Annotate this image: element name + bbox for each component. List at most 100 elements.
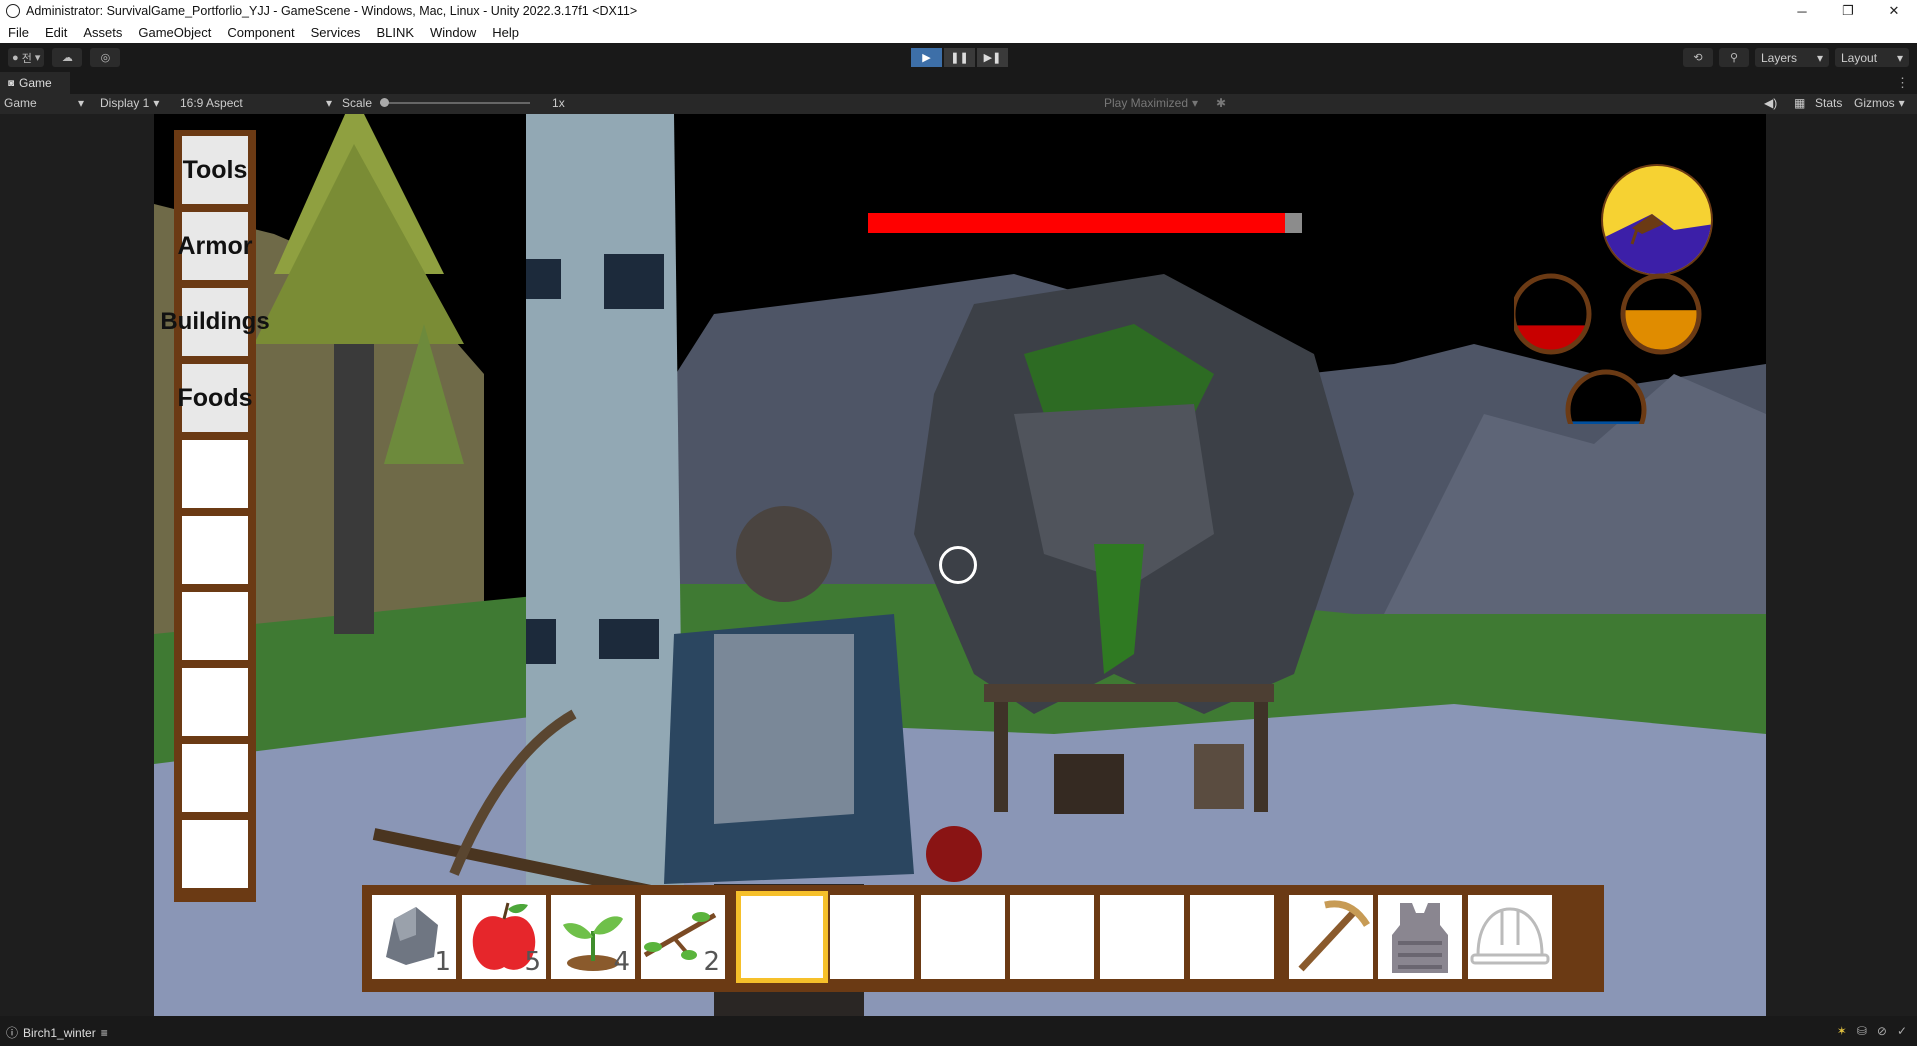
status-gauges [1514, 164, 1713, 424]
category-armor[interactable]: Armor [178, 212, 253, 280]
menu-blink[interactable]: BLINK [368, 25, 422, 40]
hotbar-slot[interactable]: 4 [551, 895, 635, 979]
mode-dropdown[interactable]: Game ▾ [4, 96, 84, 110]
bake-icon[interactable]: ✶ [1837, 1024, 1847, 1038]
hotbar-slot[interactable] [830, 895, 914, 979]
hotbar-slot[interactable] [1289, 895, 1373, 979]
settings-icon: ◎ [100, 52, 111, 64]
menu-file[interactable]: File [0, 25, 37, 40]
display-dropdown[interactable]: Display 1 ▾ [100, 96, 159, 110]
cloud-button[interactable]: ☁ [52, 48, 83, 67]
minimize-button[interactable]: ─ [1779, 0, 1825, 22]
layers-dropdown[interactable]: Layers ▾ [1755, 48, 1829, 67]
hotbar-slot[interactable]: 5 [462, 895, 546, 979]
grid-icon[interactable]: ▦ [1794, 96, 1805, 110]
hotbar-slot[interactable]: 2 [641, 895, 725, 979]
audio-icon[interactable]: ◀) [1764, 96, 1777, 110]
scale-slider[interactable] [380, 98, 531, 107]
hotbar-slot[interactable]: 1 [372, 895, 456, 979]
scale-control: Scale 1x [342, 96, 565, 110]
category-slot[interactable] [182, 820, 248, 888]
menu-help[interactable]: Help [484, 25, 527, 40]
play-mode-dropdown[interactable]: Play Maximized ▾ [1104, 96, 1198, 110]
category-foods[interactable]: Foods [178, 364, 253, 432]
chevron-down-icon: ▾ [153, 96, 160, 110]
status-message[interactable]: Birch1_winter [23, 1026, 96, 1040]
category-buildings[interactable]: Buildings [160, 288, 270, 356]
account-button[interactable]: ● 전 ▾ [8, 48, 45, 67]
hotbar-slot[interactable] [1100, 895, 1184, 979]
armor-vest-icon [1392, 903, 1448, 973]
category-tools[interactable]: Tools [182, 136, 248, 204]
hotbar-slot[interactable] [1378, 895, 1462, 979]
chevron-down-icon: ▾ [1192, 96, 1199, 110]
layout-dropdown[interactable]: Layout ▾ [1835, 48, 1909, 67]
menu-gameobject[interactable]: GameObject [130, 25, 219, 40]
item-count: 5 [524, 947, 541, 977]
hotbar-slot[interactable] [736, 891, 828, 983]
menu-lines-icon: ≡ [100, 1025, 108, 1040]
play-mode-label: Play Maximized [1104, 96, 1189, 110]
chevron-down-icon: ▾ [77, 96, 84, 110]
layout-label: Layout [1841, 50, 1878, 65]
scale-slider-knob[interactable] [380, 98, 390, 107]
collab-button[interactable]: ◎ [90, 48, 121, 67]
bug-icon[interactable]: ✱ [1216, 96, 1226, 110]
gizmos-dropdown[interactable]: Gizmos ▾ [1854, 96, 1905, 110]
player-head [736, 506, 832, 602]
category-slot[interactable] [182, 516, 248, 584]
database-icon[interactable]: ⛁ [1857, 1024, 1867, 1038]
table-leg [1254, 702, 1268, 812]
stats-button[interactable]: Stats [1815, 96, 1842, 110]
player-chestplate [714, 634, 854, 824]
menu-edit[interactable]: Edit [37, 25, 75, 40]
layers-label: Layers [1761, 50, 1798, 65]
thirst-gauge [1565, 369, 1647, 424]
category-slot[interactable] [182, 592, 248, 660]
category-slot[interactable] [182, 668, 248, 736]
search-button[interactable]: ⚲ [1719, 48, 1749, 67]
menu-assets[interactable]: Assets [75, 25, 130, 40]
bucket [1194, 744, 1244, 809]
hotbar-slot[interactable] [1010, 895, 1094, 979]
menu-services[interactable]: Services [303, 25, 369, 40]
more-options-icon[interactable]: ⋮ [1896, 75, 1909, 91]
history-button[interactable]: ⟲ [1683, 48, 1713, 67]
unity-logo-icon [6, 4, 20, 18]
menu-component[interactable]: Component [219, 25, 302, 40]
chevron-down-icon: ▾ [1898, 96, 1905, 110]
hotbar: 1542 [362, 885, 1604, 992]
step-button[interactable]: ▶❚ [977, 48, 1008, 67]
red-fruit [926, 826, 982, 882]
network-icon[interactable]: ⊘ [1877, 1024, 1887, 1038]
game-viewport[interactable]: Tools Armor Buildings Foods 1542 [154, 114, 1766, 1016]
pause-button[interactable]: ❚❚ [944, 48, 975, 67]
enemy-health-bar [868, 213, 1302, 233]
hotbar-slot[interactable] [1468, 895, 1552, 979]
hotbar-slot[interactable] [921, 895, 1005, 979]
category-slot[interactable] [182, 440, 248, 508]
stats-label: Stats [1815, 96, 1843, 110]
display-label: Display 1 [100, 96, 150, 110]
cloud-icon: ☁ [61, 52, 73, 64]
crosshair-icon [939, 546, 977, 584]
menu-window[interactable]: Window [422, 25, 484, 40]
status-bar: ⓘ Birch1_winter ≡ ✶ ⛁ ⊘ ✓ [0, 1016, 1917, 1046]
hotbar-slot[interactable] [1190, 895, 1274, 979]
check-icon[interactable]: ✓ [1897, 1024, 1907, 1038]
close-button[interactable]: ✕ [1871, 0, 1917, 22]
menu-bar: File Edit Assets GameObject Component Se… [0, 22, 1917, 43]
aspect-dropdown[interactable]: 16:9 Aspect ▾ [180, 96, 332, 110]
category-slot[interactable] [182, 744, 248, 812]
tab-game[interactable]: ◙ Game [0, 72, 70, 94]
account-label: 전 [21, 52, 32, 65]
birch-mark [526, 259, 561, 299]
thirst-gauge-fill [1568, 421, 1644, 424]
scale-label: Scale [342, 96, 373, 110]
hunger-gauge [1620, 273, 1702, 355]
chevron-down-icon: ▾ [1816, 50, 1823, 65]
table-leg [994, 702, 1008, 812]
gamepad-icon: ◙ [8, 77, 15, 89]
play-button[interactable]: ▶ [911, 48, 942, 67]
maximize-button[interactable]: ❐ [1825, 0, 1871, 22]
